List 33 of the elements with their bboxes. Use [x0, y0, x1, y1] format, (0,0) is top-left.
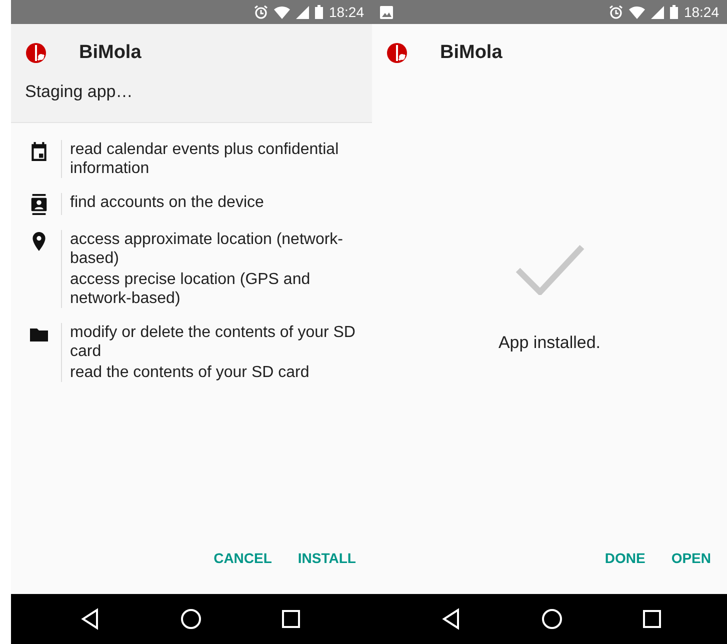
checkmark-icon	[514, 243, 584, 295]
signal-icon	[650, 6, 664, 18]
app-name: BiMola	[440, 42, 502, 64]
signal-icon	[296, 6, 309, 18]
clock-time: 18:24	[328, 4, 364, 20]
recents-icon[interactable]	[279, 607, 303, 631]
action-button[interactable]: INSTALL	[290, 544, 364, 572]
contact-card-icon	[29, 194, 49, 215]
permission-text: read calendar events plus confidential information	[70, 140, 340, 178]
alarm-icon	[608, 5, 623, 19]
clock-time: 18:24	[684, 4, 719, 20]
recents-icon[interactable]	[640, 607, 664, 631]
action-button[interactable]: DONE	[596, 544, 654, 572]
image-notification-icon	[380, 6, 393, 18]
battery-icon	[314, 5, 323, 19]
battery-icon	[670, 5, 678, 19]
permission-text: access approximate location (network-based)	[70, 230, 344, 268]
permission-text: access precise location (GPS and network-based)	[70, 270, 312, 308]
calendar-icon	[29, 141, 49, 162]
wifi-icon	[274, 6, 290, 18]
action-button[interactable]: OPEN	[663, 544, 719, 572]
permission-text: read the contents of your SD card	[70, 363, 310, 382]
app-logo-icon	[386, 42, 408, 64]
action-button[interactable]: CANCEL	[206, 544, 280, 572]
permission-text: find accounts on the device	[70, 193, 265, 212]
status-message: App installed.	[498, 333, 601, 353]
wifi-icon	[628, 6, 645, 18]
app-name: BiMola	[79, 42, 142, 64]
progress-label: Staging app…	[25, 82, 134, 103]
home-icon[interactable]	[179, 607, 203, 631]
app-logo-icon	[25, 42, 47, 64]
alarm-icon	[254, 5, 268, 19]
home-icon[interactable]	[540, 607, 564, 631]
